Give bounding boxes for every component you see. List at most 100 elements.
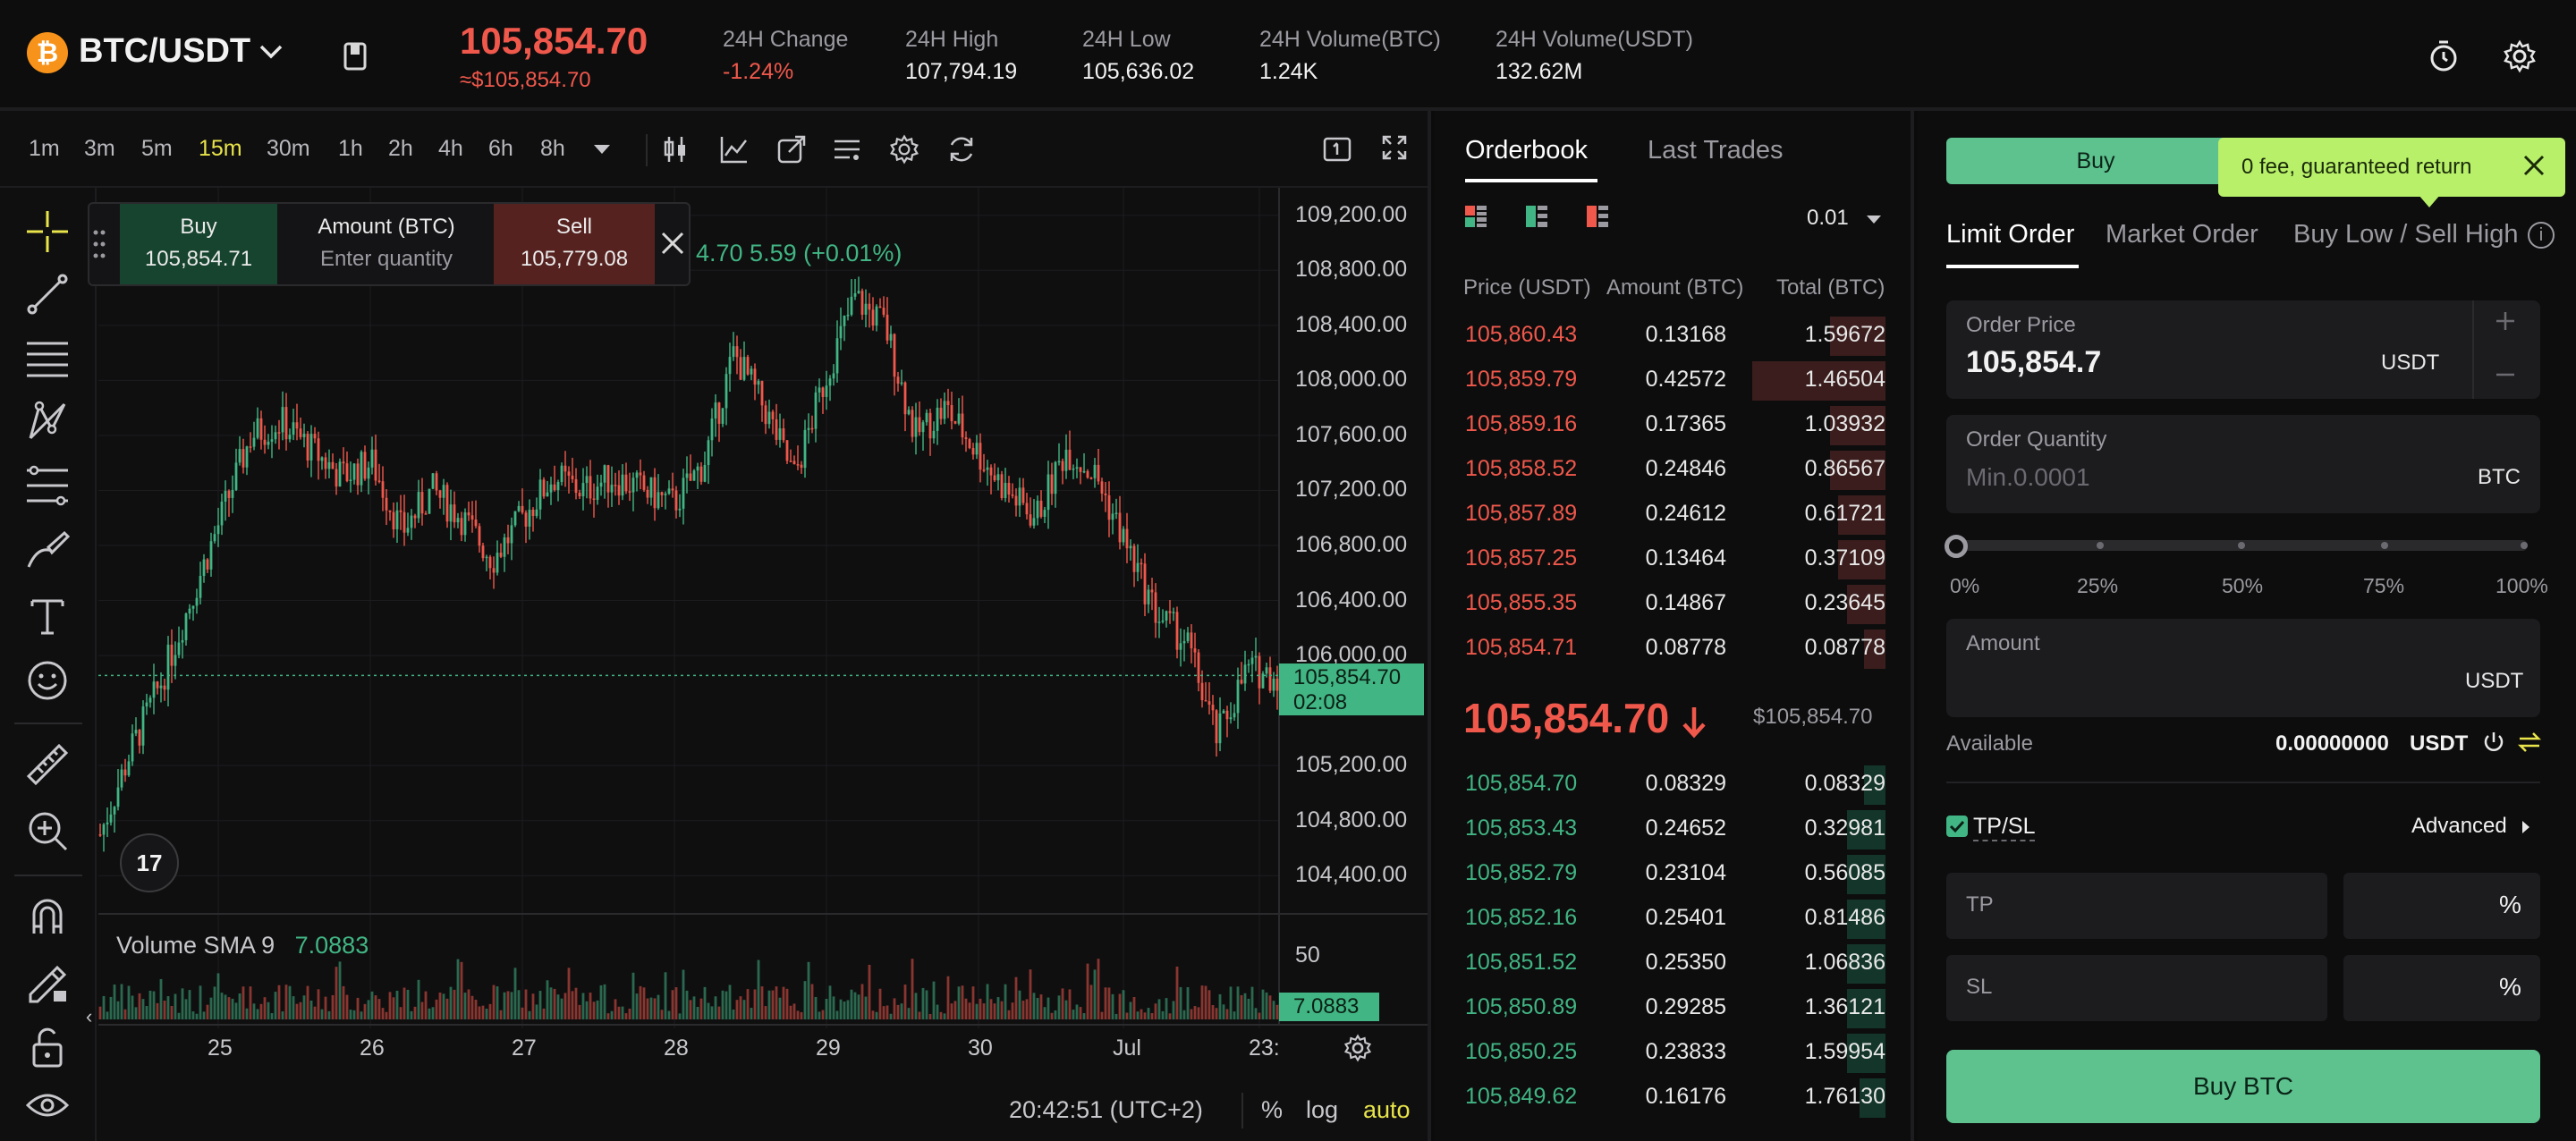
horizontal-lines-icon[interactable] [25, 336, 70, 381]
bid-row[interactable]: 105,851.52 0.25350 1.06836 [1435, 941, 1914, 985]
fib-retracement-icon[interactable] [25, 463, 70, 508]
bid-row[interactable]: 105,850.89 0.29285 1.36121 [1435, 985, 1914, 1030]
crosshair-icon[interactable] [25, 209, 70, 254]
gear-icon[interactable] [2503, 39, 2537, 73]
timeframe-dropdown-icon[interactable] [592, 143, 612, 156]
visibility-icon[interactable] [25, 1086, 70, 1130]
precision-selector[interactable]: 0.01 [1807, 206, 1849, 231]
zoom-in-icon[interactable] [25, 808, 70, 853]
buy-btc-button[interactable]: Buy BTC [1946, 1050, 2540, 1123]
bid-row[interactable]: 105,852.16 0.25401 0.81486 [1435, 896, 1914, 941]
advanced-link[interactable]: Advanced [2411, 814, 2507, 839]
quick-buy-button[interactable]: Buy 105,854.71 [120, 204, 277, 284]
quick-amount-input[interactable]: Amount (BTC) Enter quantity [279, 204, 494, 284]
timeframe-1m[interactable]: 1m [29, 136, 60, 162]
minus-icon[interactable] [2492, 361, 2519, 388]
candle-type-icon[interactable] [662, 134, 689, 165]
indicators-icon[interactable] [719, 134, 750, 165]
timeframe-3m[interactable]: 3m [84, 136, 115, 162]
slider-mark-100[interactable]: 100% [2496, 574, 2548, 598]
layout-icon[interactable] [832, 134, 862, 165]
chevron-right-icon[interactable] [2521, 819, 2531, 835]
tpsl-label[interactable]: TP/SL [1973, 814, 2036, 841]
book-asks-icon[interactable] [1585, 204, 1610, 229]
ask-row[interactable]: 105,858.52 0.24846 0.86567 [1435, 447, 1914, 492]
deposit-icon[interactable] [2481, 730, 2506, 755]
info-icon[interactable]: i [2528, 222, 2555, 249]
order-price-value[interactable]: 105,854.7 [1966, 345, 2101, 380]
timeframe-6h[interactable]: 6h [488, 136, 513, 162]
tab-buy-low-sell-high[interactable]: Buy Low / Sell High [2293, 220, 2518, 249]
log-scale-toggle[interactable]: log [1306, 1096, 1338, 1124]
sl-price-field[interactable] [1946, 955, 2327, 1021]
magnet-icon[interactable] [25, 894, 70, 939]
tab-last-trades[interactable]: Last Trades [1648, 136, 1784, 165]
pattern-icon[interactable] [25, 399, 70, 444]
timer-icon[interactable] [2428, 39, 2460, 73]
timeframe-5m[interactable]: 5m [141, 136, 173, 162]
slider-mark-25[interactable]: 25% [2077, 574, 2118, 598]
bid-row[interactable]: 105,853.43 0.24652 0.32981 [1435, 807, 1914, 851]
order-quantity-placeholder[interactable]: Min.0.0001 [1966, 463, 2090, 492]
book-icon[interactable] [342, 41, 369, 72]
candle-body [800, 464, 803, 469]
timeframe-8h[interactable]: 8h [540, 136, 565, 162]
auto-scale-toggle[interactable]: auto [1363, 1096, 1411, 1124]
drag-handle-icon[interactable] [93, 229, 106, 259]
close-icon[interactable] [660, 231, 685, 256]
close-icon[interactable] [2522, 154, 2546, 177]
refresh-icon[interactable] [946, 134, 977, 165]
pair-selector[interactable]: BTC/USDT [79, 32, 250, 71]
bid-row[interactable]: 105,854.70 0.08329 0.08329 [1435, 762, 1914, 807]
bid-row[interactable]: 105,849.62 0.16176 1.76130 [1435, 1075, 1914, 1120]
slider-mark-50[interactable]: 50% [2222, 574, 2263, 598]
quick-sell-button[interactable]: Sell 105,779.08 [494, 204, 655, 284]
transfer-icon[interactable] [2517, 730, 2542, 755]
timeframe-4h[interactable]: 4h [438, 136, 463, 162]
fullscreen-icon[interactable] [1381, 134, 1408, 161]
candle-body [270, 439, 274, 442]
bid-row[interactable]: 105,850.25 0.23833 1.59954 [1435, 1030, 1914, 1075]
timeframe-15m[interactable]: 15m [199, 136, 242, 162]
tpsl-checkbox[interactable] [1946, 816, 1968, 837]
ask-row[interactable]: 105,859.16 0.17365 1.03932 [1435, 402, 1914, 447]
share-icon[interactable] [776, 134, 807, 165]
timeframe-1h[interactable]: 1h [338, 136, 363, 162]
timeframe-30m[interactable]: 30m [267, 136, 310, 162]
tradingview-logo[interactable]: 17 [120, 833, 179, 892]
ask-row[interactable]: 105,854.71 0.08778 0.08778 [1435, 626, 1914, 671]
tab-orderbook[interactable]: Orderbook [1465, 136, 1588, 165]
ask-row[interactable]: 105,857.25 0.13464 0.37109 [1435, 537, 1914, 581]
chevron-down-icon[interactable] [1866, 215, 1882, 225]
axis-settings-icon[interactable] [1343, 1034, 1372, 1062]
percent-scale-toggle[interactable]: % [1261, 1096, 1283, 1124]
tp-price-field[interactable] [1946, 873, 2327, 939]
tab-limit-order[interactable]: Limit Order [1946, 220, 2074, 249]
book-both-icon[interactable] [1463, 204, 1488, 229]
slider-handle[interactable] [1945, 535, 1968, 558]
tab-market-order[interactable]: Market Order [2106, 220, 2258, 249]
ask-row[interactable]: 105,855.35 0.14867 0.23645 [1435, 581, 1914, 626]
ask-row[interactable]: 105,859.79 0.42572 1.46504 [1435, 358, 1914, 402]
ask-row[interactable]: 105,860.43 0.13168 1.59672 [1435, 313, 1914, 358]
brush-icon[interactable] [25, 528, 70, 572]
bid-row[interactable]: 105,852.79 0.23104 0.56085 [1435, 851, 1914, 896]
ask-row[interactable]: 105,857.89 0.24612 0.61721 [1435, 492, 1914, 537]
scroll-left-icon[interactable]: ‹ [86, 1005, 92, 1028]
text-tool-icon[interactable] [25, 594, 70, 638]
chevron-down-icon[interactable] [258, 43, 284, 61]
lock-icon[interactable] [25, 1025, 70, 1069]
slider-mark-0[interactable]: 0% [1950, 574, 1979, 598]
screenshot-icon[interactable] [1322, 134, 1352, 165]
emoji-icon[interactable] [25, 658, 70, 703]
trend-line-icon[interactable] [25, 272, 70, 317]
ruler-icon[interactable] [25, 742, 70, 787]
lock-drawing-icon[interactable] [25, 959, 70, 1003]
timeframe-2h[interactable]: 2h [388, 136, 413, 162]
book-bids-icon[interactable] [1524, 204, 1549, 229]
buy-side-button[interactable]: Buy [1946, 138, 2245, 184]
plus-icon[interactable] [2492, 308, 2519, 334]
chart-settings-icon[interactable] [889, 134, 919, 165]
slider-mark-75[interactable]: 75% [2363, 574, 2404, 598]
price-chart[interactable] [98, 188, 1428, 1037]
